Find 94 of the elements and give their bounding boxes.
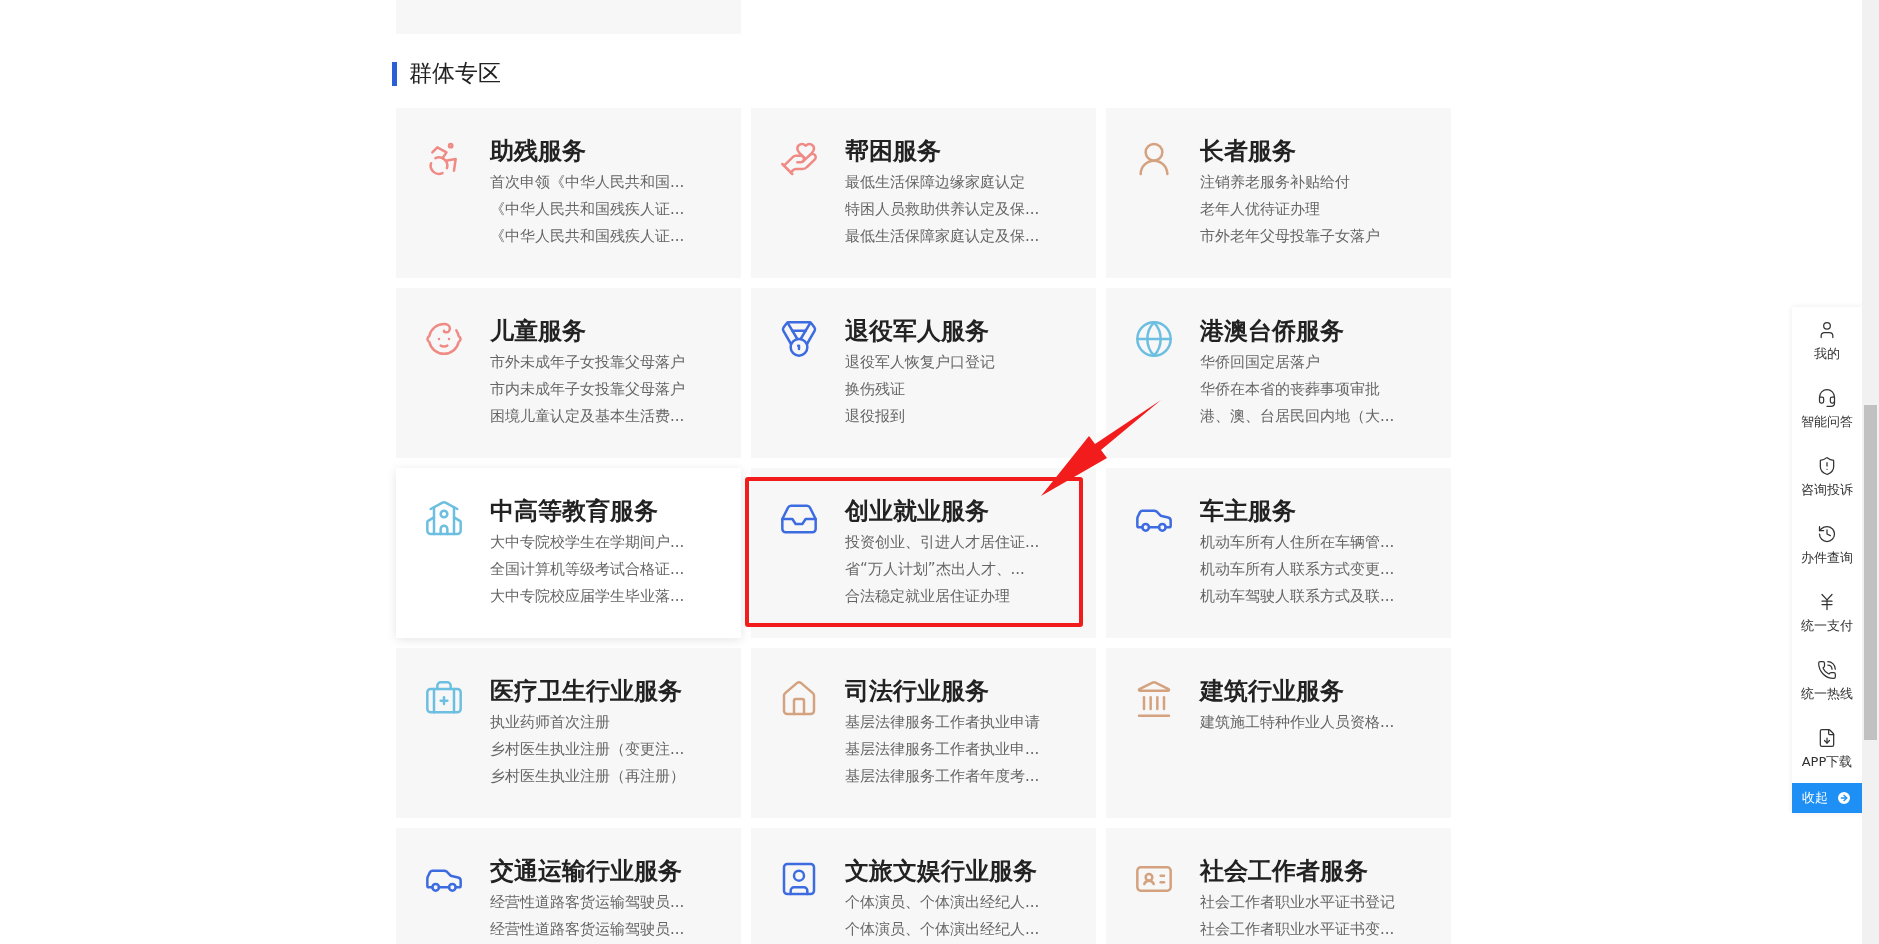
service-card[interactable]: 长者服务 注销养老服务补贴给付 老年人优待证办理 市外老年父母投靠子女落户 <box>1106 108 1451 278</box>
service-link[interactable]: 投资创业、引进人才居住证... <box>845 529 1040 556</box>
service-link[interactable]: 机动车所有人住所在车辆管... <box>1200 529 1395 556</box>
service-card[interactable]: 交通运输行业服务 经营性道路客货运输驾驶员... 经营性道路客货运输驾驶员... <box>396 828 741 944</box>
service-link[interactable]: 经营性道路客货运输驾驶员... <box>490 889 685 916</box>
card-title: 长者服务 <box>1200 136 1296 167</box>
service-link[interactable]: 社会工作者职业水平证书登记 <box>1200 889 1395 916</box>
toolbar-item[interactable]: 办件查询 <box>1792 511 1862 579</box>
service-link[interactable]: 首次申领《中华人民共和国... <box>490 169 685 196</box>
service-link[interactable]: 个体演员、个体演出经纪人... <box>845 916 1040 943</box>
service-link[interactable]: 华侨在本省的丧葬事项审批 <box>1200 376 1380 403</box>
card-title: 文旅文娱行业服务 <box>845 856 1037 887</box>
card-title: 司法行业服务 <box>845 676 989 707</box>
service-card[interactable]: 车主服务 机动车所有人住所在车辆管... 机动车所有人联系方式变更... 机动车驾驶人联系方式及联... <box>1106 468 1451 638</box>
service-link[interactable]: 最低生活保障家庭认定及保... <box>845 223 1040 250</box>
service-card[interactable]: 助残服务 首次申领《中华人民共和国... 《中华人民共和国残疾人证... 《中华人民共和国残疾人证... <box>396 108 741 278</box>
card-title: 社会工作者服务 <box>1200 856 1368 887</box>
service-link[interactable]: 社会工作者职业水平证书变... <box>1200 916 1395 943</box>
service-link[interactable]: 乡村医生执业注册（再注册） <box>490 763 685 790</box>
download-icon <box>1817 727 1837 748</box>
service-link[interactable]: 大中专院校学生在学期间户... <box>490 529 685 556</box>
service-link[interactable]: 基层法律服务工作者年度考... <box>845 763 1040 790</box>
service-link[interactable]: 华侨回国定居落户 <box>1200 349 1320 376</box>
service-link[interactable]: 注销养老服务补贴给付 <box>1200 169 1350 196</box>
toolbar-label: 统一热线 <box>1801 684 1853 703</box>
service-card[interactable]: 医疗卫生行业服务 执业药师首次注册 乡村医生执业注册（变更注... 乡村医生执业注册（再注册） <box>396 648 741 818</box>
service-card[interactable]: 文旅文娱行业服务 个体演员、个体演出经纪人... 个体演员、个体演出经纪人... <box>751 828 1096 944</box>
card-title: 儿童服务 <box>490 316 586 347</box>
service-link[interactable]: 《中华人民共和国残疾人证... <box>490 223 685 250</box>
scrollbar-thumb[interactable] <box>1864 405 1877 740</box>
service-link[interactable]: 港、澳、台居民回内地（大... <box>1200 403 1395 430</box>
card-title: 车主服务 <box>1200 496 1296 527</box>
phone-icon <box>1817 659 1837 680</box>
service-card[interactable]: 社会工作者服务 社会工作者职业水平证书登记 社会工作者职业水平证书变... <box>1106 828 1451 944</box>
card-title: 助残服务 <box>490 136 586 167</box>
arrow-right-icon <box>1836 790 1852 806</box>
toolbar-item[interactable]: APP下载 <box>1792 715 1862 783</box>
service-link[interactable]: 经营性道路客货运输驾驶员... <box>490 916 685 943</box>
card-title: 创业就业服务 <box>845 496 989 527</box>
toolbar-item[interactable]: 咨询投诉 <box>1792 443 1862 511</box>
service-link[interactable]: 特困人员救助供养认定及保... <box>845 196 1040 223</box>
card-title: 港澳台侨服务 <box>1200 316 1344 347</box>
toolbar-item[interactable]: 统一支付 <box>1792 579 1862 647</box>
service-card[interactable]: 司法行业服务 基层法律服务工作者执业申请 基层法律服务工作者执业申... 基层法律服务工作者年度考... <box>751 648 1096 818</box>
service-card[interactable]: 创业就业服务 投资创业、引进人才居住证... 省“万人计划”杰出人才、... 合法稳定就业居住证办理 <box>751 468 1096 638</box>
toolbar-label: 咨询投诉 <box>1801 480 1853 499</box>
toolbar-item[interactable]: 统一热线 <box>1792 647 1862 715</box>
card-title: 退役军人服务 <box>845 316 989 347</box>
service-link[interactable]: 基层法律服务工作者执业申请 <box>845 709 1040 736</box>
toolbar-label: 智能问答 <box>1801 412 1853 431</box>
service-link[interactable]: 机动车所有人联系方式变更... <box>1200 556 1395 583</box>
service-card[interactable]: 建筑行业服务 建筑施工特种作业人员资格... <box>1106 648 1451 818</box>
service-link[interactable]: 合法稳定就业居住证办理 <box>845 583 1010 610</box>
service-link[interactable]: 退役报到 <box>845 403 905 430</box>
history-icon <box>1817 523 1837 544</box>
service-link[interactable]: 基层法律服务工作者执业申... <box>845 736 1040 763</box>
card-title: 帮困服务 <box>845 136 941 167</box>
shield-alert-icon <box>1817 455 1837 476</box>
service-card[interactable]: 儿童服务 市外未成年子女投靠父母落户 市内未成年子女投靠父母落户 困境儿童认定及基本生活费... <box>396 288 741 458</box>
card-title: 医疗卫生行业服务 <box>490 676 682 707</box>
card-title: 交通运输行业服务 <box>490 856 682 887</box>
service-link[interactable]: 乡村医生执业注册（变更注... <box>490 736 685 763</box>
card-title: 建筑行业服务 <box>1200 676 1344 707</box>
service-card[interactable]: 港澳台侨服务 华侨回国定居落户 华侨在本省的丧葬事项审批 港、澳、台居民回内地（大... <box>1106 288 1451 458</box>
service-card[interactable]: 帮困服务 最低生活保障边缘家庭认定 特困人员救助供养认定及保... 最低生活保障家庭认定及保... <box>751 108 1096 278</box>
collapse-button[interactable]: 收起 <box>1792 783 1862 813</box>
service-link[interactable]: 换伤残证 <box>845 376 905 403</box>
service-card[interactable]: 中高等教育服务 大中专院校学生在学期间户... 全国计算机等级考试合格证... 大中专院校应届学生毕业落... <box>396 468 741 638</box>
toolbar-item[interactable]: 我的 <box>1792 307 1862 375</box>
toolbar-label: 我的 <box>1814 344 1840 363</box>
service-link[interactable]: 最低生活保障边缘家庭认定 <box>845 169 1025 196</box>
service-link[interactable]: 老年人优待证办理 <box>1200 196 1320 223</box>
toolbar-label: 办件查询 <box>1801 548 1853 567</box>
service-link[interactable]: 个体演员、个体演出经纪人... <box>845 889 1040 916</box>
toolbar-item[interactable]: 智能问答 <box>1792 375 1862 443</box>
toolbar-label: APP下载 <box>1801 752 1853 771</box>
service-link[interactable]: 机动车驾驶人联系方式及联... <box>1200 583 1395 610</box>
toolbar-label: 统一支付 <box>1801 616 1853 635</box>
service-link[interactable]: 建筑施工特种作业人员资格... <box>1200 709 1395 736</box>
service-link[interactable]: 省“万人计划”杰出人才、... <box>845 556 1025 583</box>
service-link[interactable]: 市外未成年子女投靠父母落户 <box>490 349 685 376</box>
service-link[interactable]: 市内未成年子女投靠父母落户 <box>490 376 685 403</box>
service-link[interactable]: 全国计算机等级考试合格证... <box>490 556 685 583</box>
service-link[interactable]: 困境儿童认定及基本生活费... <box>490 403 685 430</box>
card-title: 中高等教育服务 <box>490 496 658 527</box>
service-card[interactable]: 退役军人服务 退役军人恢复户口登记 换伤残证 退役报到 <box>751 288 1096 458</box>
headset-icon <box>1817 387 1837 408</box>
service-link[interactable]: 《中华人民共和国残疾人证... <box>490 196 685 223</box>
service-link[interactable]: 大中专院校应届学生毕业落... <box>490 583 685 610</box>
service-link[interactable]: 执业药师首次注册 <box>490 709 610 736</box>
section-title: 群体专区 <box>409 59 501 88</box>
heading-marker <box>392 61 397 86</box>
service-link[interactable]: 退役军人恢复户口登记 <box>845 349 995 376</box>
service-link[interactable]: 市外老年父母投靠子女落户 <box>1200 223 1380 250</box>
